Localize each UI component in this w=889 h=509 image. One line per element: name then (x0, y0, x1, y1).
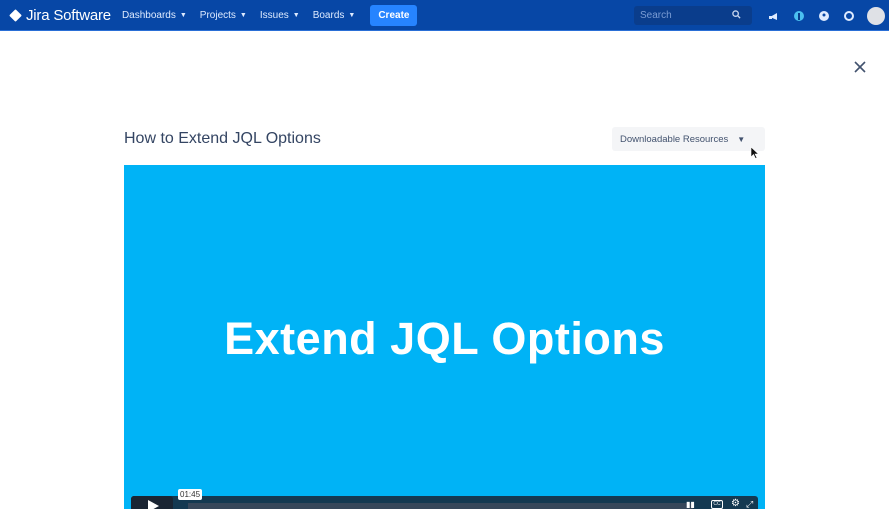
help-icon[interactable] (817, 9, 831, 23)
header-icons (767, 0, 889, 31)
video-title: How to Extend JQL Options (124, 130, 321, 147)
nav-label: Projects (199, 9, 236, 21)
play-button[interactable] (131, 496, 173, 509)
notifications-icon[interactable] (767, 9, 781, 23)
hover-time-tooltip: 01:45 (178, 489, 203, 500)
nav-label: Issues (259, 9, 289, 21)
chevron-down-icon: ▼ (292, 11, 300, 19)
search-box[interactable] (634, 6, 752, 25)
dropdown-label: Downloadable Resources (620, 133, 729, 145)
main-nav: Dashboards ▼ Projects ▼ Issues ▼ Boards ▼ (122, 10, 368, 21)
play-icon (148, 500, 159, 509)
app-switcher-icon[interactable] (792, 9, 806, 23)
nav-boards[interactable]: Boards ▼ (313, 10, 356, 21)
nav-label: Boards (312, 9, 345, 21)
nav-label: Dashboards (121, 9, 176, 21)
progress-bar[interactable] (188, 503, 693, 509)
search-icon[interactable] (732, 10, 741, 21)
video-controls: ▮▮ CC ⚙ ⤢ (131, 496, 758, 509)
jira-diamond-icon (9, 8, 22, 22)
nav-projects[interactable]: Projects ▼ (200, 10, 247, 21)
chevron-down-icon: ▼ (348, 11, 356, 19)
volume-icon[interactable]: ▮▮ (686, 500, 695, 509)
top-navigation-bar: Jira Software Dashboards ▼ Projects ▼ Issu… (0, 0, 889, 31)
video-player[interactable]: Extend JQL Options ▮▮ CC ⚙ ⤢ (124, 165, 765, 509)
chevron-down-icon: ▼ (737, 134, 746, 144)
mouse-cursor-icon (750, 146, 760, 159)
create-button[interactable]: Create (370, 4, 418, 26)
jira-logo[interactable]: Jira Software (9, 6, 111, 24)
chevron-down-icon: ▼ (179, 11, 187, 19)
downloadable-resources-dropdown[interactable]: Downloadable Resources ▼ (612, 127, 765, 151)
nav-dashboards[interactable]: Dashboards ▼ (122, 10, 187, 21)
video-slide-title: Extend JQL Options (224, 313, 665, 364)
nav-issues[interactable]: Issues ▼ (260, 10, 300, 21)
brand-name: Jira Software (26, 6, 111, 24)
chevron-down-icon: ▼ (239, 11, 247, 19)
gear-icon[interactable]: ⚙ (731, 498, 740, 509)
avatar[interactable] (867, 6, 885, 25)
close-icon[interactable] (853, 60, 867, 74)
search-input[interactable] (640, 10, 732, 21)
settings-icon[interactable] (842, 9, 856, 23)
fullscreen-icon[interactable]: ⤢ (746, 499, 753, 509)
closed-captions-icon[interactable]: CC (711, 500, 723, 509)
